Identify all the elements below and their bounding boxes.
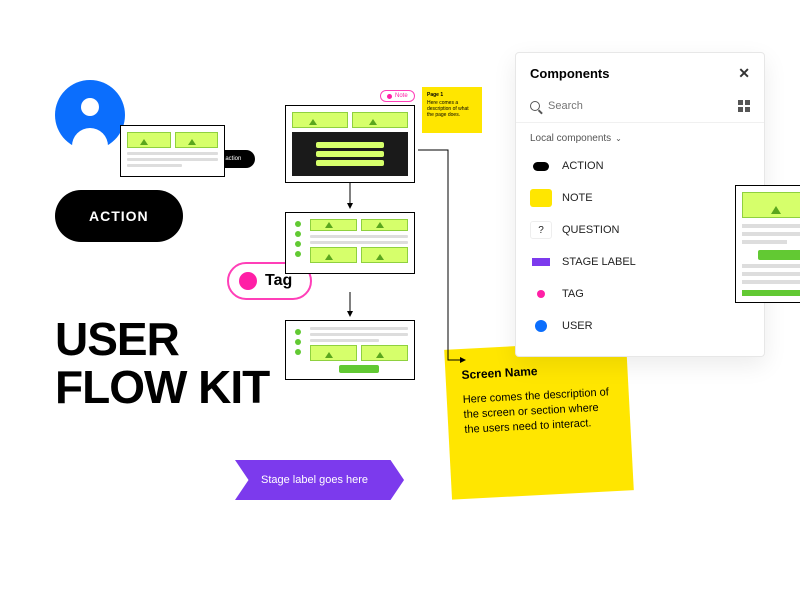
component-item-action[interactable]: ACTION — [526, 150, 754, 182]
components-panel: Components ✕ Local components ⌄ ACTION N… — [515, 52, 765, 357]
wireframe-card — [285, 105, 415, 183]
note-chip-label: Note — [395, 93, 408, 99]
component-item-stage-label[interactable]: STAGE LABEL — [526, 246, 754, 278]
mini-note-body: Here comes a description of what the pag… — [427, 100, 477, 118]
component-item-label: TAG — [562, 288, 584, 300]
wireframe-card — [120, 125, 225, 177]
headline-line1: USER — [55, 315, 269, 363]
stage-icon — [530, 253, 552, 271]
sticky-note: Screen Name Here comes the description o… — [444, 340, 634, 499]
tag-pill-label: Tag — [265, 272, 292, 290]
tag-dot-icon — [239, 272, 257, 290]
action-icon — [530, 157, 552, 175]
component-item-label: USER — [562, 320, 593, 332]
search-icon — [530, 101, 540, 111]
headline-line2: FLOW KIT — [55, 363, 269, 411]
mini-note: Page 1 Here comes a description of what … — [422, 87, 482, 133]
component-item-label: ACTION — [562, 160, 604, 172]
note-chip: Note — [380, 90, 415, 102]
question-icon: ? — [530, 221, 552, 239]
headline: USER FLOW KIT — [55, 315, 269, 412]
panel-group-header[interactable]: Local components ⌄ — [516, 123, 764, 150]
component-item-label: STAGE LABEL — [562, 256, 636, 268]
user-avatar-icon — [55, 80, 125, 150]
dot-icon — [387, 94, 392, 99]
grid-view-icon[interactable] — [738, 100, 750, 112]
wireframe-card — [285, 212, 415, 274]
sticky-title: Screen Name — [461, 359, 612, 383]
wireframe-card — [285, 320, 415, 380]
component-item-tag[interactable]: TAG — [526, 278, 754, 310]
sticky-body: Here comes the description of the screen… — [462, 385, 614, 437]
panel-title: Components — [530, 66, 609, 81]
mini-note-title: Page 1 — [427, 92, 477, 98]
component-item-label: QUESTION — [562, 224, 619, 236]
component-item-user[interactable]: USER — [526, 310, 754, 342]
chevron-down-icon: ⌄ — [615, 134, 622, 143]
component-item-question[interactable]: ? QUESTION — [526, 214, 754, 246]
panel-group-label: Local components — [530, 133, 611, 144]
user-icon — [530, 317, 552, 335]
close-icon[interactable]: ✕ — [738, 65, 750, 82]
note-icon — [530, 189, 552, 207]
component-item-note[interactable]: NOTE — [526, 182, 754, 214]
wireframe-card — [735, 185, 800, 303]
component-item-label: NOTE — [562, 192, 593, 204]
stage-label-flag: Stage label goes here — [235, 460, 404, 500]
search-input[interactable] — [548, 100, 730, 112]
action-pill: ACTION — [55, 190, 183, 242]
tag-icon — [530, 285, 552, 303]
component-list: ACTION NOTE ? QUESTION STAGE LABEL TAG U… — [516, 150, 764, 356]
